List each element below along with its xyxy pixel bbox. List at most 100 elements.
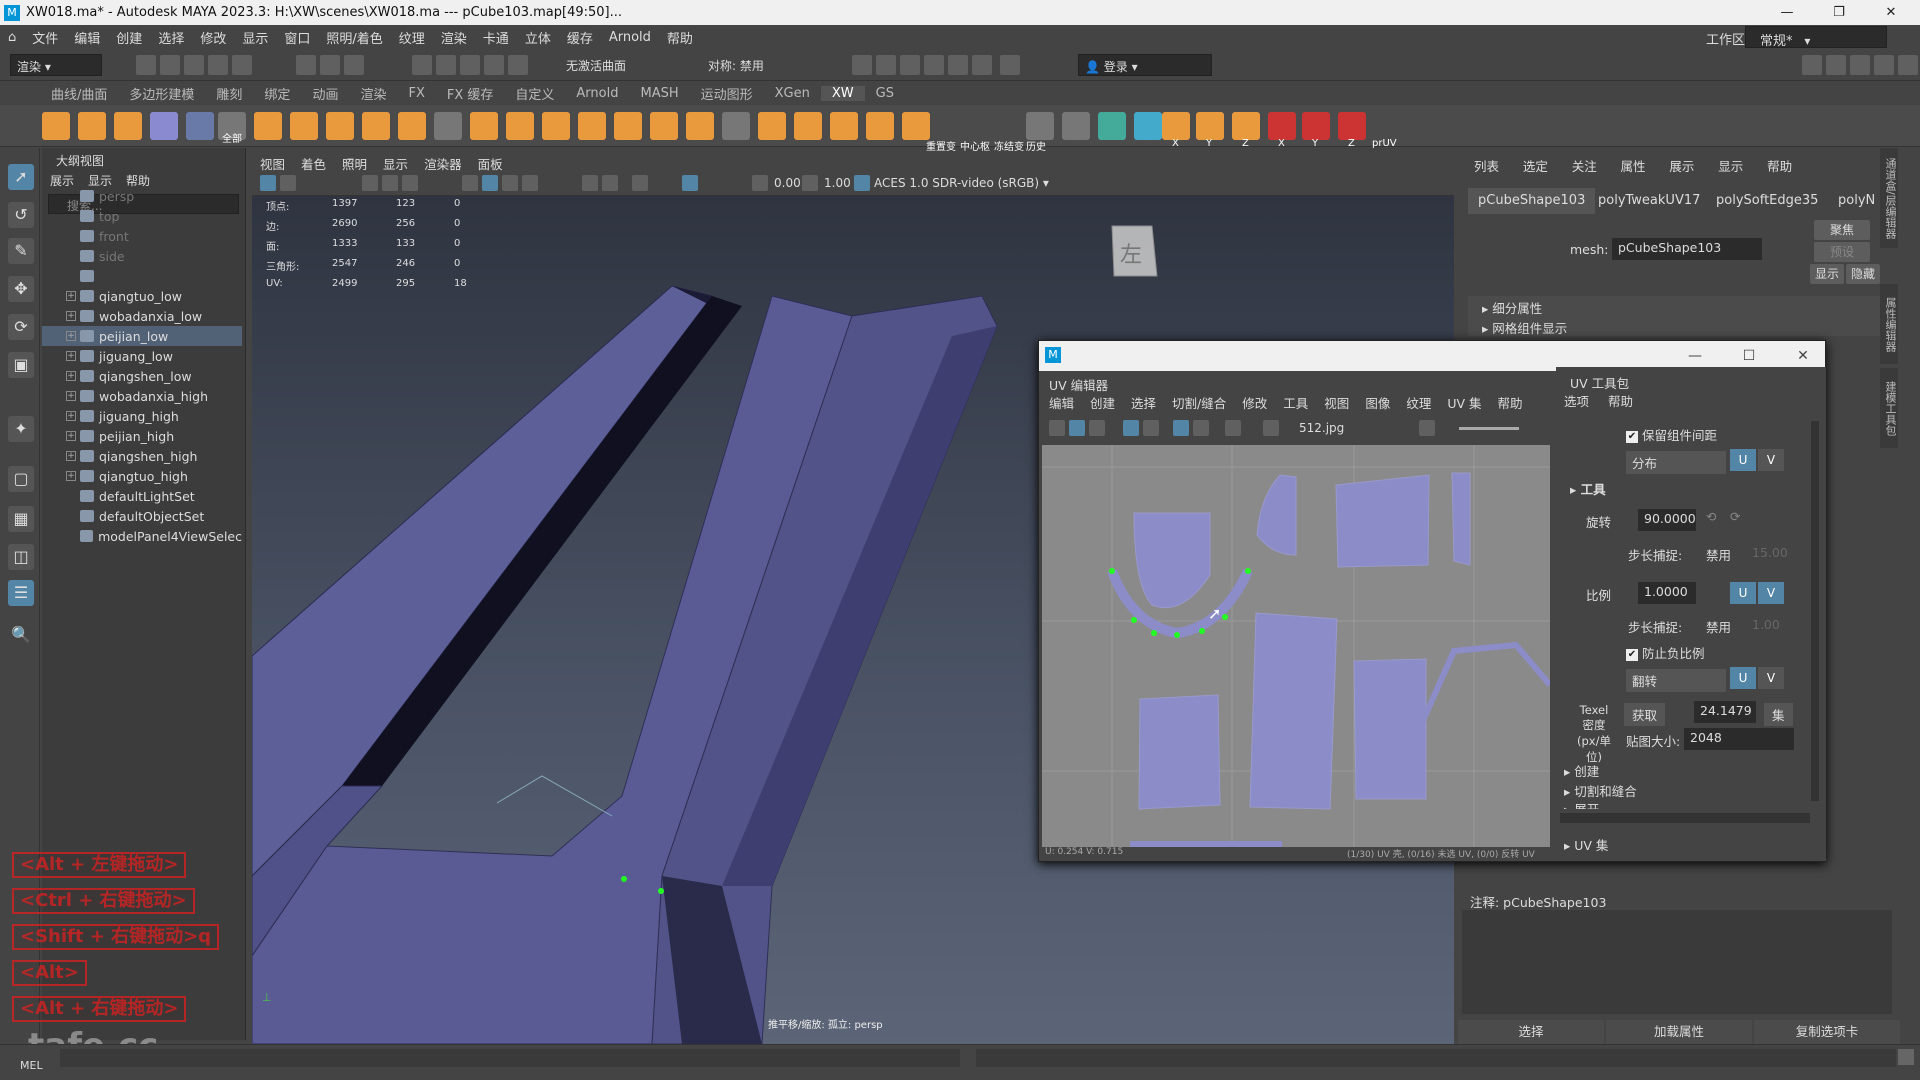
flip-button[interactable]: 翻转 [1626,669,1726,692]
cube-tool-icon[interactable] [1098,112,1126,140]
close-button[interactable]: ✕ [1868,0,1914,25]
outliner-item[interactable]: side [42,246,242,266]
mel-label[interactable]: MEL [20,1059,43,1072]
cut-sew-section[interactable]: ▸ 切割和缝合 [1564,781,1637,800]
center-pivot-icon[interactable]: 中心枢 [960,112,992,153]
flip-y-icon[interactable]: Y [1302,112,1330,149]
uv-exposure-icon[interactable] [1419,420,1435,436]
menu-arnold[interactable]: Arnold [601,30,659,45]
focus-button[interactable]: 聚焦 [1814,220,1870,240]
open-scene-icon[interactable] [160,55,180,75]
uv-shell[interactable] [1353,658,1427,800]
uv-checkerboard-icon[interactable] [1263,420,1279,436]
outliner-item[interactable]: front [42,226,242,246]
shelf-tab-curves[interactable]: 曲线/曲面 [40,84,118,103]
hide-button[interactable]: 隐藏 [1846,264,1880,284]
ring-tool-icon[interactable] [1134,112,1162,140]
ae-menu-help[interactable]: 帮助 [1757,148,1802,183]
single-view-icon[interactable]: ▢ [8,466,34,492]
colorspace-dropdown[interactable]: ACES 1.0 SDR-video (sRGB) ▾ [874,176,1078,194]
mesh-name-field[interactable]: pCubeShape103 [1612,238,1762,260]
smooth-icon[interactable] [434,112,462,140]
outliner-item[interactable]: defaultObjectSet [42,506,242,526]
show-button[interactable]: 显示 [1810,264,1844,284]
ae-menu-attributes[interactable]: 属性 [1611,148,1656,183]
channel-box-icon[interactable] [1898,55,1918,75]
expand-icon[interactable]: + [66,451,76,461]
rotate-tool-icon[interactable]: ⟳ [8,314,34,340]
live-surface-label[interactable]: 无激活曲面 [566,57,626,74]
exposure-icon[interactable] [752,175,768,191]
uv-menu-create[interactable]: 创建 [1082,393,1123,412]
expand-icon[interactable]: + [66,411,76,421]
ae-menu-show[interactable]: 展示 [1659,148,1704,183]
rotate-field[interactable]: 90.0000 [1638,509,1696,531]
pause-icon[interactable] [1000,55,1020,75]
zoom-icon[interactable]: 🔍 [8,622,34,648]
mirror-y-icon[interactable]: Y [1196,112,1224,149]
menu-render[interactable]: 渲染 [433,28,475,47]
preset-button[interactable]: 预设 [1814,242,1870,262]
step-snap-value[interactable]: 15.00 [1752,545,1788,560]
select-tool-icon[interactable]: ➚ [8,164,34,190]
home-icon[interactable]: ⌂ [0,30,24,45]
ae-menu-focus[interactable]: 关注 [1562,148,1607,183]
image-plane-icon[interactable] [362,175,378,191]
uv-tool-icon[interactable] [186,112,214,140]
uv-gamma-slider[interactable] [1459,427,1519,430]
uv-image-name[interactable]: 512.jpg [1299,421,1344,435]
ambient-occlusion-icon[interactable] [602,175,618,191]
vp-menu-shading[interactable]: 着色 [293,154,334,173]
symmetry-label[interactable]: 对称: 禁用 [708,57,764,74]
shadows-icon[interactable] [582,175,598,191]
restore-button[interactable]: ❐ [1816,0,1862,25]
hypershade-icon[interactable] [948,55,968,75]
shelf-tab-rigging[interactable]: 绑定 [253,84,301,103]
shelf-tab-fx[interactable]: FX [397,86,435,101]
outliner-layout-icon[interactable]: ☰ [8,580,34,606]
menu-stereo[interactable]: 立体 [517,28,559,47]
vp-menu-view[interactable]: 视图 [252,154,293,173]
uv-menu-select[interactable]: 选择 [1123,393,1164,412]
uv-shell[interactable] [1133,512,1211,609]
undo-icon[interactable] [208,55,228,75]
expand-icon[interactable]: + [66,471,76,481]
menu-create[interactable]: 创建 [108,28,150,47]
rotate-ccw-icon[interactable]: ⟲ [1706,509,1716,524]
scale-u-button[interactable]: U [1730,582,1756,604]
lasso-tool-icon[interactable]: ↺ [8,202,34,228]
outliner-item[interactable]: modelPanel4ViewSelec [42,526,242,546]
set-texel-button[interactable]: 集 [1764,703,1793,726]
outliner-item[interactable]: + qiangtuo_low [42,286,242,306]
uv-menu-help[interactable]: 帮助 [1490,393,1531,412]
shelf-tab-sculpt[interactable]: 雕刻 [205,84,253,103]
sculpt-icon[interactable] [650,112,678,140]
outliner-item[interactable]: + peijian_high [42,426,242,446]
mirror-icon[interactable] [542,112,570,140]
poly-cube-icon[interactable] [78,112,106,140]
uv-snapshot-icon[interactable] [1225,420,1241,436]
uv-shell[interactable] [1249,612,1338,810]
render-frame-icon[interactable] [876,55,896,75]
uv-toolkit-menu-options[interactable]: 选项 [1564,391,1589,410]
script-editor-icon[interactable] [1898,1049,1914,1065]
render-settings-icon[interactable] [924,55,944,75]
expand-icon[interactable]: + [66,391,76,401]
uv-shell[interactable] [1138,694,1221,810]
uv-editor-icon[interactable] [150,112,178,140]
poke-icon[interactable] [902,112,930,140]
lights-icon[interactable] [522,175,538,191]
outliner-item[interactable]: + wobadanxia_high [42,386,242,406]
insert-edge-loop-icon[interactable] [722,112,750,140]
four-view-icon[interactable]: ▦ [8,506,34,532]
side-tab-modeling-toolkit[interactable]: 建模工具包 [1880,368,1898,448]
move-tool-icon[interactable]: ✥ [8,276,34,302]
outliner-item[interactable]: + wobadanxia_low [42,306,242,326]
uv-toolkit-menu-help[interactable]: 帮助 [1608,391,1633,410]
preserve-spacing-checkbox[interactable]: ✔ 保留组件间距 [1626,425,1717,444]
uvset-section[interactable]: ▸ UV 集 [1564,835,1608,854]
target-weld-icon[interactable] [614,112,642,140]
delete-history-icon[interactable]: 历史 [1026,112,1054,153]
extract-icon[interactable] [326,112,354,140]
uv-shell-icon[interactable] [1069,420,1085,436]
